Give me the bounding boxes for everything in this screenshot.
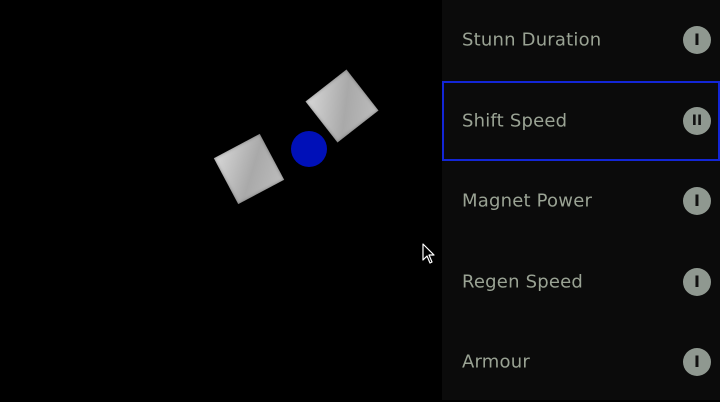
level-badge: I	[683, 268, 711, 296]
upgrade-panel: Stunn Duration I Shift Speed II Magnet P…	[442, 0, 720, 400]
upgrade-armour[interactable]: Armour I	[442, 322, 720, 402]
game-viewport[interactable]	[0, 0, 442, 400]
upgrade-regen-speed[interactable]: Regen Speed I	[442, 242, 720, 322]
upgrade-stunn-duration[interactable]: Stunn Duration I	[442, 0, 720, 80]
upgrade-label: Stunn Duration	[462, 29, 602, 51]
upgrade-label: Armour	[462, 351, 530, 373]
upgrade-magnet-power[interactable]: Magnet Power I	[442, 161, 720, 241]
upgrade-shift-speed[interactable]: Shift Speed II	[442, 81, 720, 161]
level-badge: I	[683, 187, 711, 215]
upgrade-label: Shift Speed	[462, 110, 568, 132]
upgrade-label: Magnet Power	[462, 190, 593, 212]
player-ship	[291, 131, 327, 167]
level-badge: I	[683, 348, 711, 376]
level-badge: II	[683, 107, 711, 135]
level-badge: I	[683, 26, 711, 54]
magnet-plate-left	[213, 133, 285, 205]
magnet-plate-right	[305, 69, 379, 143]
mouse-cursor-icon	[422, 243, 435, 264]
upgrade-label: Regen Speed	[462, 271, 584, 293]
